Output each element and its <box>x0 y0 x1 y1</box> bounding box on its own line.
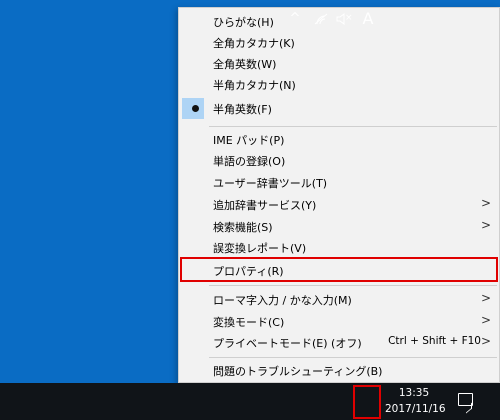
menu-item-halfwidth-alphanumeric[interactable]: 半角英数(F) <box>179 98 499 119</box>
menu-item-label: 変換モード(C) <box>213 316 285 329</box>
wifi-icon <box>314 13 328 24</box>
menu-separator <box>209 126 497 127</box>
menu-item-additional-dictionary[interactable]: 追加辞書サービス(Y) > <box>179 194 499 215</box>
menu-item-label: 検索機能(S) <box>213 221 273 234</box>
menu-item-label: 半角英数(F) <box>213 103 272 116</box>
ime-mode-indicator[interactable]: A <box>357 0 379 37</box>
show-hidden-icons-chevron-icon[interactable]: ^ <box>286 0 304 37</box>
clock-time: 13:35 <box>398 387 430 399</box>
menu-item-fullwidth-alphanumeric[interactable]: 全角英数(W) <box>179 53 499 74</box>
menu-item-label: 半角カタカナ(N) <box>213 79 296 92</box>
menu-item-word-register[interactable]: 単語の登録(O) <box>179 150 499 171</box>
shortcut-label: Ctrl + Shift + F10 <box>388 335 481 347</box>
menu-item-private-mode[interactable]: プライベートモード(E) (オフ) Ctrl + Shift + F10 > <box>179 332 499 353</box>
ime-context-menu: ひらがな(H) 全角カタカナ(K) 全角英数(W) 半角カタカナ(N) 半角英数… <box>178 7 500 383</box>
menu-item-input-method[interactable]: ローマ字入力 / かな入力(M) > <box>179 289 499 310</box>
ime-indicator-highlight-box <box>353 385 381 419</box>
menu-item-troubleshooting[interactable]: 問題のトラブルシューティング(B) <box>179 360 499 381</box>
menu-item-label: 全角カタカナ(K) <box>213 37 295 50</box>
menu-item-halfwidth-katakana[interactable]: 半角カタカナ(N) <box>179 74 499 95</box>
menu-item-label: IME パッド(P) <box>213 134 285 147</box>
menu-item-ime-pad[interactable]: IME パッド(P) <box>179 129 499 150</box>
menu-item-label: 誤変換レポート(V) <box>213 242 307 255</box>
taskbar-clock[interactable]: 13:35 2017/11/16 <box>385 385 446 417</box>
menu-item-label: 単語の登録(O) <box>213 155 286 168</box>
chevron-right-icon: > <box>480 196 491 210</box>
network-icon[interactable] <box>311 0 331 37</box>
menu-item-label: ひらがな(H) <box>213 16 274 29</box>
clock-date: 2017/11/16 <box>385 403 446 415</box>
mute-x-icon: × <box>345 13 353 23</box>
menu-item-label: 問題のトラブルシューティング(B) <box>213 365 383 378</box>
chevron-right-icon: > <box>480 313 491 327</box>
menu-item-label: プライベートモード(E) (オフ) <box>213 337 362 350</box>
menu-separator <box>209 285 497 286</box>
properties-highlight-box <box>180 257 498 282</box>
menu-item-label: ユーザー辞書ツール(T) <box>213 177 328 190</box>
menu-item-conversion-report[interactable]: 誤変換レポート(V) <box>179 237 499 258</box>
menu-item-label: 全角英数(W) <box>213 58 277 71</box>
menu-item-conversion-mode[interactable]: 変換モード(C) > <box>179 311 499 332</box>
menu-separator <box>209 357 497 358</box>
menu-item-label: 追加辞書サービス(Y) <box>213 199 317 212</box>
menu-item-user-dictionary-tool[interactable]: ユーザー辞書ツール(T) <box>179 172 499 193</box>
bullet-icon <box>192 105 199 112</box>
menu-item-label: ローマ字入力 / かな入力(M) <box>213 294 352 307</box>
menu-item-search-function[interactable]: 検索機能(S) > <box>179 216 499 237</box>
chevron-right-icon: > <box>480 291 491 305</box>
chevron-right-icon: > <box>480 218 491 232</box>
selection-indicator <box>182 98 204 119</box>
chevron-right-icon: > <box>480 334 491 348</box>
